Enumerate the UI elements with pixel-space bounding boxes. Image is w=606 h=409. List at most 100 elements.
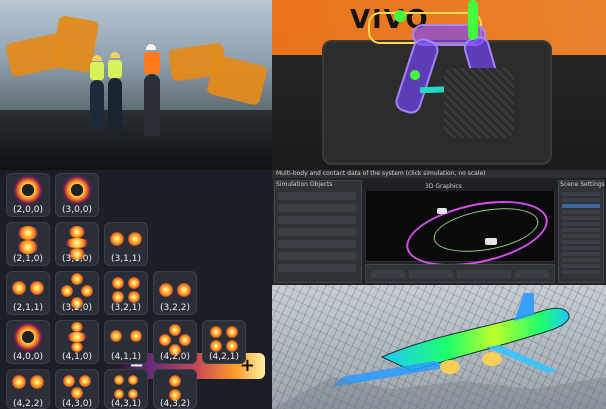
carbon-fiber-part	[444, 68, 514, 138]
mode-pattern	[114, 375, 124, 385]
mode-pattern	[114, 389, 124, 399]
list-item[interactable]	[562, 264, 600, 268]
viewport-tab[interactable]: 3D Graphics	[365, 182, 555, 191]
toolbar-button[interactable]	[278, 216, 356, 224]
toolbar-button[interactable]	[278, 228, 356, 236]
mode-label: (3,2,0)	[62, 303, 92, 313]
hard-hat-icon	[146, 44, 156, 50]
list-item[interactable]	[562, 204, 600, 208]
mode-pattern	[71, 342, 83, 352]
list-item[interactable]	[562, 228, 600, 232]
mode-pattern	[159, 334, 171, 346]
safety-vest	[108, 60, 122, 78]
mode-tile: (2,1,0)	[6, 222, 50, 266]
worker	[144, 74, 160, 136]
robot-arm	[205, 54, 269, 106]
window-titlebar: Multi-body and contact data of the syste…	[272, 170, 606, 178]
left-panel-title: Simulation Objects	[276, 181, 333, 188]
mode-label: (4,3,2)	[160, 399, 190, 409]
toolbar-button[interactable]	[409, 270, 453, 278]
car-chassis	[322, 40, 552, 165]
mode-pattern	[128, 375, 138, 385]
toolbar-button[interactable]	[515, 270, 549, 278]
toolbar-button[interactable]	[457, 270, 511, 278]
3d-viewport[interactable]: 3D Graphics	[365, 182, 555, 278]
toolbar-button[interactable]	[278, 264, 356, 272]
list-item[interactable]	[562, 252, 600, 256]
mode-label: (4,1,0)	[62, 352, 92, 362]
modes-panel: − + (2,0,0) (3,0,0) (2,1,0) (3,1,0) (3,1…	[0, 170, 272, 409]
window-title: Multi-body and contact data of the syste…	[276, 170, 486, 177]
list-item[interactable]	[562, 222, 600, 226]
mode-pattern	[12, 281, 26, 295]
mode-pattern	[13, 322, 43, 352]
mode-pattern	[128, 291, 140, 303]
mode-pattern	[112, 291, 124, 303]
airplane-icon	[272, 293, 606, 409]
mode-tile: (3,1,0)	[55, 222, 99, 266]
mode-label: (3,2,1)	[111, 303, 141, 313]
spacecraft-icon	[485, 238, 497, 245]
mode-label: (3,0,0)	[62, 205, 92, 215]
race-car-render: VIVO	[272, 0, 606, 170]
list-item[interactable]	[562, 270, 600, 274]
mode-tile: (4,2,1)	[202, 320, 246, 364]
toolbar-button[interactable]	[278, 252, 356, 260]
mode-tile: (2,0,0)	[6, 173, 50, 217]
mode-label: (2,0,0)	[13, 205, 43, 215]
mode-tile: (4,2,2)	[6, 369, 50, 409]
mode-label: (4,3,0)	[62, 399, 92, 409]
mode-tile: (3,2,1)	[104, 271, 148, 315]
list-item[interactable]	[562, 258, 600, 262]
highlight-joint	[394, 10, 406, 22]
list-item[interactable]	[562, 216, 600, 220]
list-item[interactable]	[562, 198, 600, 202]
list-item[interactable]	[562, 240, 600, 244]
mode-label: (4,0,0)	[13, 352, 43, 362]
mode-pattern	[30, 281, 44, 295]
mode-pattern	[112, 277, 124, 289]
mode-tile: (3,2,2)	[153, 271, 197, 315]
toolbar-button[interactable]	[371, 270, 405, 278]
mode-label: (2,1,0)	[13, 254, 43, 264]
list-item[interactable]	[562, 210, 600, 214]
highlight-joint	[410, 70, 420, 80]
list-item[interactable]	[562, 246, 600, 250]
mode-pattern	[61, 285, 73, 297]
bottom-toolbar	[365, 264, 555, 283]
mode-label: (4,2,0)	[160, 352, 190, 362]
image-collage: VIVO − + (2,0,0) (3,0,0) (2,1,0) (3,1,0)…	[0, 0, 606, 409]
toolbar-button[interactable]	[278, 240, 356, 248]
mode-pattern	[179, 334, 191, 346]
right-panel: Scene Settings	[558, 180, 605, 283]
mode-pattern	[177, 283, 191, 297]
safety-vest	[90, 62, 104, 80]
mode-pattern	[79, 375, 91, 387]
mode-pattern	[130, 330, 142, 342]
mode-tile: (4,2,0)	[153, 320, 197, 364]
hard-hat-icon	[92, 55, 102, 61]
toolbar-button[interactable]	[278, 204, 356, 212]
mode-label: (4,2,1)	[209, 352, 239, 362]
list-item[interactable]	[562, 234, 600, 238]
mode-pattern	[210, 340, 222, 352]
mode-label: (3,2,2)	[160, 303, 190, 313]
mode-tile: (4,0,0)	[6, 320, 50, 364]
mode-pattern	[128, 277, 140, 289]
mode-tile: (4,3,1)	[104, 369, 148, 409]
viewport-tab-label: 3D Graphics	[425, 183, 462, 190]
safety-vest	[144, 52, 160, 74]
right-panel-title: Scene Settings	[560, 181, 605, 188]
mode-tile: (4,1,0)	[55, 320, 99, 364]
mode-label: (3,1,1)	[111, 254, 141, 264]
mode-label: (4,2,2)	[13, 399, 43, 409]
toolbar-button[interactable]	[278, 192, 356, 200]
left-panel: Simulation Objects	[274, 180, 362, 283]
mode-pattern	[159, 283, 173, 297]
mode-label: (2,1,1)	[13, 303, 43, 313]
mode-tile: (4,3,2)	[153, 369, 197, 409]
mode-pattern	[110, 330, 122, 342]
mode-pattern	[169, 324, 181, 336]
highlight-rod	[468, 0, 478, 40]
list-item[interactable]	[562, 192, 600, 196]
